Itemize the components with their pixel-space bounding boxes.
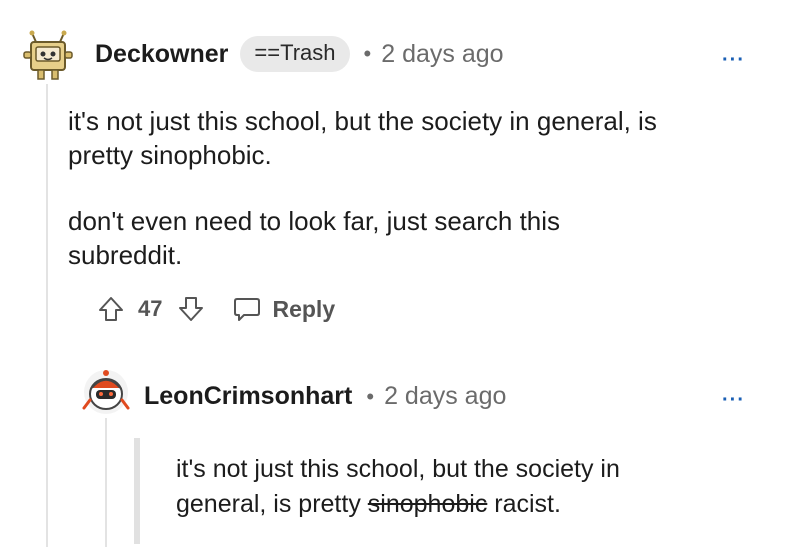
- robot-mascot-avatar-icon: [82, 370, 130, 414]
- thread-line-reply[interactable]: [105, 418, 107, 547]
- struck-word: sinophobic: [367, 490, 488, 518]
- replacement-word: racist.: [494, 490, 561, 518]
- separator-dot: •: [366, 383, 375, 409]
- comment-action-bar: 47 Reply: [96, 294, 335, 324]
- more-options-button[interactable]: ···: [722, 390, 745, 410]
- comment-paragraph: don't even need to look far, just search…: [68, 206, 561, 270]
- comment-header: Deckowner ==Trash • 2 days ago: [95, 36, 504, 72]
- reply-header: LeonCrimsonhart • 2 days ago: [144, 382, 506, 411]
- username[interactable]: LeonCrimsonhart: [144, 382, 352, 411]
- thread-line-main[interactable]: [46, 84, 48, 547]
- separator-dot: •: [363, 41, 372, 66]
- deckowner-avatar[interactable]: [22, 30, 74, 82]
- username[interactable]: Deckowner: [95, 40, 228, 69]
- user-flair: ==Trash: [240, 36, 350, 72]
- quote-bar: [134, 438, 140, 544]
- reply-label: Reply: [272, 295, 336, 322]
- downvote-arrow-icon[interactable]: [176, 294, 206, 324]
- timestamp: 2 days ago: [381, 39, 504, 68]
- reply-button[interactable]: Reply: [232, 294, 335, 324]
- vote-score: 47: [138, 296, 163, 321]
- quoted-text: it's not just this school, but the socie…: [176, 452, 716, 522]
- comment-paragraph: it's not just this school, but the socie…: [68, 106, 657, 170]
- leoncrimsonhart-avatar[interactable]: [80, 366, 132, 418]
- comment-body: it's not just this school, but the socie…: [68, 104, 768, 272]
- more-options-button[interactable]: ···: [722, 50, 745, 70]
- timestamp: 2 days ago: [384, 382, 507, 410]
- upvote-arrow-icon[interactable]: [96, 294, 126, 324]
- speech-bubble-icon: [232, 294, 262, 324]
- boxy-robot-avatar-icon: [23, 30, 73, 80]
